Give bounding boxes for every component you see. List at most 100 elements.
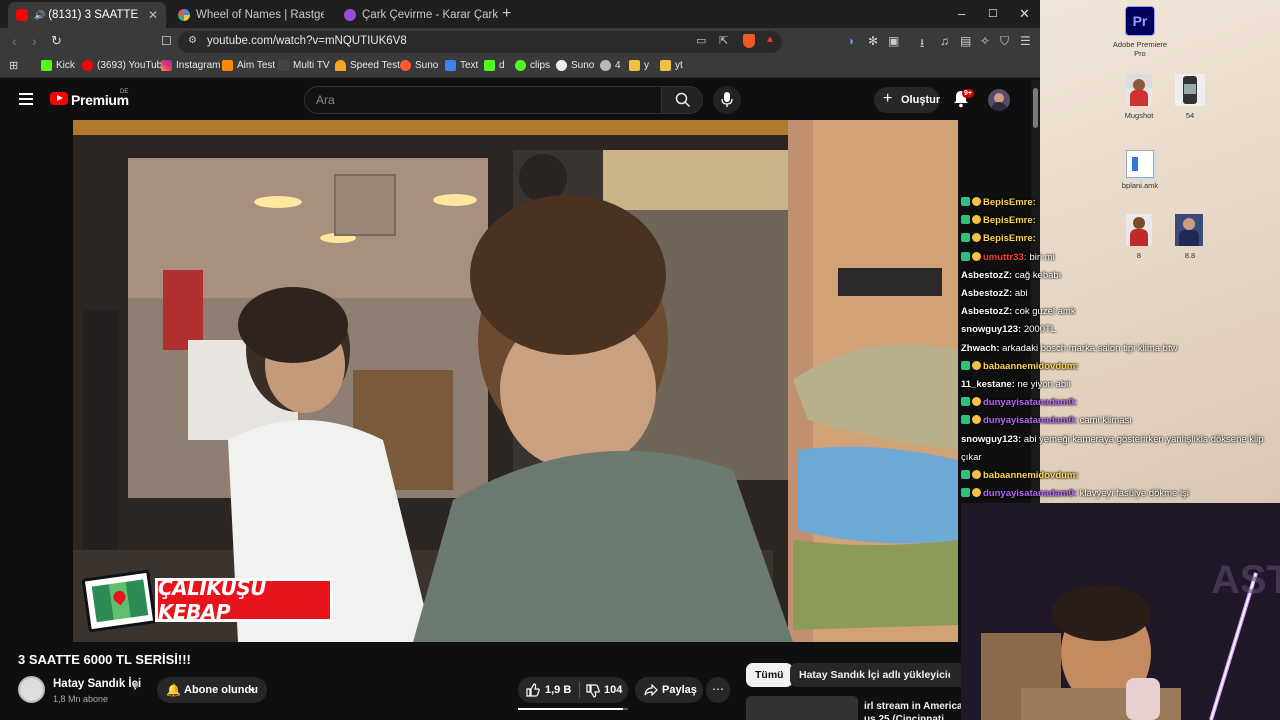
bplani-label: bplani.amk [1121, 181, 1159, 190]
voice-search-button[interactable] [713, 86, 741, 114]
chat-badge-icon [961, 251, 970, 261]
cast-icon[interactable]: ▭ [696, 34, 706, 47]
like-button[interactable]: 1,9 B [518, 677, 579, 703]
chat-username: umuttr33: [983, 251, 1027, 263]
scrollbar-thumb[interactable] [1033, 88, 1038, 128]
chip-all[interactable]: Tümü [746, 663, 793, 687]
chat-badge-icon [972, 215, 981, 225]
kick-icon [41, 60, 52, 71]
bookmark-suno[interactable]: Suno [400, 60, 438, 71]
bookmark-4[interactable]: 4 [600, 60, 621, 71]
bookmarks-bar: ⊞ Kick (3693) YouTube Instagram Aim Test… [0, 56, 1040, 78]
subscribed-button[interactable]: 🔔 Abone olundu ⌄ [157, 677, 267, 703]
svg-text:AST: AST [1211, 558, 1280, 602]
bookmark-folder-y[interactable]: y [629, 60, 649, 71]
screenshot-icon[interactable]: ▣ [888, 34, 899, 48]
hamburger-menu-icon[interactable] [19, 93, 33, 105]
menu-icon[interactable]: ☰ [1020, 34, 1031, 48]
chat-badge-icon [972, 197, 981, 206]
tab-wheel-of-names[interactable]: Wheel of Names | Rastgele ad seçici [170, 2, 332, 28]
verified-check-icon: ◉ [132, 679, 140, 689]
bookmark-youtube[interactable]: (3693) YouTube [82, 60, 168, 71]
text-icon [445, 60, 456, 71]
tab-cark-cevirme[interactable]: Çark Çevirme - Karar Çarkı [336, 2, 498, 28]
tab-label: (8131) 3 SAATTE 6000 TL SER [48, 9, 142, 21]
bookmark-label: y [644, 60, 649, 71]
back-icon[interactable]: ‹ [12, 33, 17, 49]
thumbs-up-icon [526, 683, 540, 697]
maximize-button[interactable]: ☐ [988, 7, 998, 20]
chat-badge-icon [961, 415, 970, 425]
bookmark-multi-tv[interactable]: Multi TV [278, 60, 330, 71]
new-tab-button[interactable]: + [502, 5, 511, 23]
download-icon[interactable]: ⭳ [920, 34, 924, 55]
bookmark-clips[interactable]: clips [515, 60, 550, 71]
chat-username: AsbestozZ: [961, 306, 1013, 318]
ai-icon[interactable]: ✧ [980, 34, 990, 48]
share-page-icon[interactable]: ⇱ [719, 34, 728, 47]
browser-window: 🔊 (8131) 3 SAATTE 6000 TL SER ✕ Wheel of… [0, 0, 1040, 720]
tab-close-icon[interactable]: ✕ [142, 8, 158, 22]
url-text: youtube.com/watch?v=mNQUTIUK6V8 [207, 35, 407, 47]
account-avatar[interactable] [988, 89, 1010, 111]
chat-text: abi yemeği kameraya gösterirken yanlışlı… [1021, 433, 1264, 445]
audio-icon[interactable]: ◗ [848, 34, 855, 48]
search-input[interactable]: Ara [304, 86, 662, 114]
music-icon[interactable]: ♫ [940, 34, 949, 48]
channel-avatar[interactable] [18, 676, 45, 703]
vpn-icon[interactable]: ⛉ [1000, 34, 1009, 49]
premiere-label: Adobe Premiere Pro [1112, 40, 1168, 58]
brave-rewards-icon[interactable]: ▲ [765, 34, 775, 45]
screen: Pr Adobe Premiere Pro Mugshot 54 bplani.… [0, 0, 1280, 720]
bookmark-instagram[interactable]: Instagram [161, 60, 220, 71]
tab-label: Wheel of Names | Rastgele ad seçici [196, 9, 324, 21]
video-title: 3 SAATTE 6000 TL SERİSİ!!! [18, 652, 191, 667]
wallet-icon[interactable]: ▤ [960, 34, 971, 48]
create-button[interactable]: + Oluştur [874, 87, 940, 113]
folder-icon [629, 60, 640, 71]
address-bar[interactable]: ⚙ youtube.com/watch?v=mNQUTIUK6V8 ▭ ⇱ ▲ [178, 31, 782, 53]
video-player[interactable]: ÇALIKUŞU KEBAP [73, 120, 958, 642]
recommended-thumbnail[interactable] [746, 696, 858, 720]
close-window-button[interactable]: ✕ [1019, 6, 1030, 22]
chat-username: babaannemidovdum: [983, 470, 1079, 481]
premiere-icon: Pr [1125, 6, 1155, 36]
chat-text: 2000TL [1021, 324, 1057, 336]
reload-icon[interactable]: ↻ [51, 33, 62, 49]
recommended-title[interactable]: irl stream in America us 25 (Cincinnati,… [864, 700, 964, 720]
brave-shield-icon[interactable] [743, 34, 755, 48]
chip-from-uploader[interactable]: Hatay Sandık İçi adlı yükleyiciden [790, 663, 976, 687]
bookmark-speed-test[interactable]: Speed Test [335, 60, 400, 71]
youtube-logo-icon[interactable] [50, 92, 68, 105]
bookmark-folder-yt[interactable]: yt [660, 60, 683, 71]
chat-username: AsbestozZ: [961, 269, 1013, 281]
bookmark-d[interactable]: d [484, 60, 505, 71]
bookmark-text[interactable]: Text [445, 60, 478, 71]
chat-badge-icon [972, 470, 981, 479]
bookmark-kick[interactable]: Kick [41, 60, 75, 71]
chat-message: 11_kestane: ne yiyon abii [961, 378, 1070, 391]
chat-text: cok guzel amk [1012, 306, 1076, 318]
tab-strip: 🔊 (8131) 3 SAATTE 6000 TL SER ✕ Wheel of… [0, 0, 1040, 28]
like-count: 1,9 B [545, 684, 572, 696]
extension-icon[interactable]: ✻ [868, 34, 878, 48]
tab-youtube[interactable]: 🔊 (8131) 3 SAATTE 6000 TL SER ✕ [8, 2, 166, 28]
site-info-icon[interactable]: ⚙ [188, 35, 197, 46]
chat-message: AsbestozZ: cok guzel amk [961, 305, 1076, 318]
more-actions-button[interactable]: ⋯ [706, 677, 730, 703]
bookmark-aim-test[interactable]: Aim Test [222, 60, 275, 71]
chat-badge-icon [961, 397, 970, 407]
youtube-icon [82, 60, 93, 71]
chat-message: Zhwach: arkadaki bosch marka salon tipi … [961, 342, 1177, 355]
dislike-count: 104 [604, 684, 623, 696]
apps-grid-icon[interactable]: ⊞ [9, 59, 18, 72]
share-button[interactable]: Paylaş [635, 677, 703, 703]
bookmark-suno-2[interactable]: Suno [556, 60, 594, 71]
forward-icon[interactable]: › [32, 33, 37, 49]
channel-name[interactable]: Hatay Sandık İçi [53, 678, 141, 690]
minimize-button[interactable]: – [958, 6, 965, 21]
search-button[interactable] [661, 86, 703, 114]
dislike-button[interactable]: 104 [580, 677, 628, 703]
file-icon [1126, 150, 1154, 178]
bookmark-icon[interactable]: ☐ [161, 34, 172, 48]
